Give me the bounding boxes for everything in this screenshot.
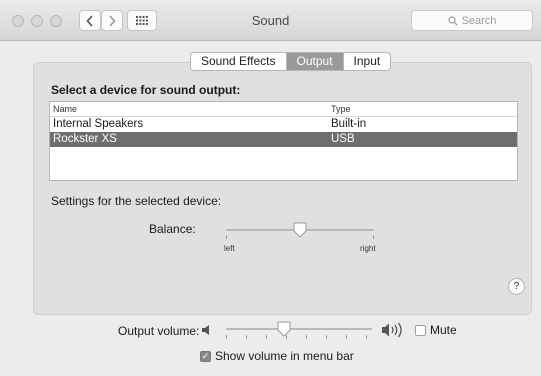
balance-label: Balance:	[149, 222, 196, 236]
help-button[interactable]: ?	[508, 278, 525, 295]
balance-left-label: left	[224, 244, 235, 253]
volume-tick	[226, 335, 227, 339]
table-header: Name Type	[50, 102, 517, 117]
table-row[interactable]: Internal Speakers Built-in	[50, 117, 517, 132]
show-volume-label: Show volume in menu bar	[215, 349, 354, 363]
title-bar: Sound Search	[0, 0, 541, 41]
volume-tick	[266, 335, 267, 339]
speaker-low-icon	[202, 325, 209, 335]
search-placeholder: Search	[461, 14, 497, 27]
show-volume-checkbox[interactable]: ✓ Show volume in menu bar	[200, 349, 354, 363]
volume-tick	[286, 335, 287, 339]
mute-label: Mute	[430, 323, 457, 337]
volume-tick	[326, 335, 327, 339]
balance-right-label: right	[360, 244, 376, 253]
device-name: Internal Speakers	[53, 118, 144, 130]
tab-bar: Sound Effects Output Input	[190, 52, 392, 71]
show-volume-checkbox-box[interactable]: ✓	[200, 350, 211, 362]
table-row[interactable]: Rockster XS USB	[50, 132, 517, 147]
magnifier-icon	[447, 15, 458, 25]
mute-checkbox-box[interactable]	[415, 324, 426, 336]
balance-tick-right	[373, 235, 374, 239]
device-heading: Select a device for sound output:	[51, 83, 241, 97]
balance-tick-left	[226, 235, 227, 239]
settings-label: Settings for the selected device:	[51, 194, 222, 208]
output-volume-label: Output volume:	[118, 324, 200, 338]
search-field[interactable]: Search	[411, 10, 533, 31]
volume-tick	[306, 335, 307, 339]
volume-tick	[366, 335, 367, 339]
balance-thumb[interactable]	[293, 222, 307, 238]
output-volume-slider[interactable]	[226, 321, 372, 341]
balance-slider[interactable]	[226, 222, 374, 242]
speaker-high-icon	[382, 322, 402, 338]
column-header-type[interactable]: Type	[331, 102, 517, 116]
column-header-name[interactable]: Name	[50, 102, 331, 116]
volume-tick	[246, 335, 247, 339]
volume-track	[226, 328, 372, 330]
tab-input[interactable]: Input	[344, 53, 391, 70]
volume-tick	[346, 335, 347, 339]
device-table: Name Type Internal Speakers Built-in Roc…	[49, 101, 518, 181]
tab-sound-effects[interactable]: Sound Effects	[191, 53, 287, 70]
volume-thumb[interactable]	[277, 321, 291, 337]
device-name: Rockster XS	[53, 133, 117, 145]
mute-checkbox[interactable]: Mute	[415, 323, 457, 337]
output-panel	[33, 62, 532, 315]
device-type: USB	[331, 133, 355, 145]
device-type: Built-in	[331, 118, 367, 130]
tab-output[interactable]: Output	[286, 53, 344, 70]
